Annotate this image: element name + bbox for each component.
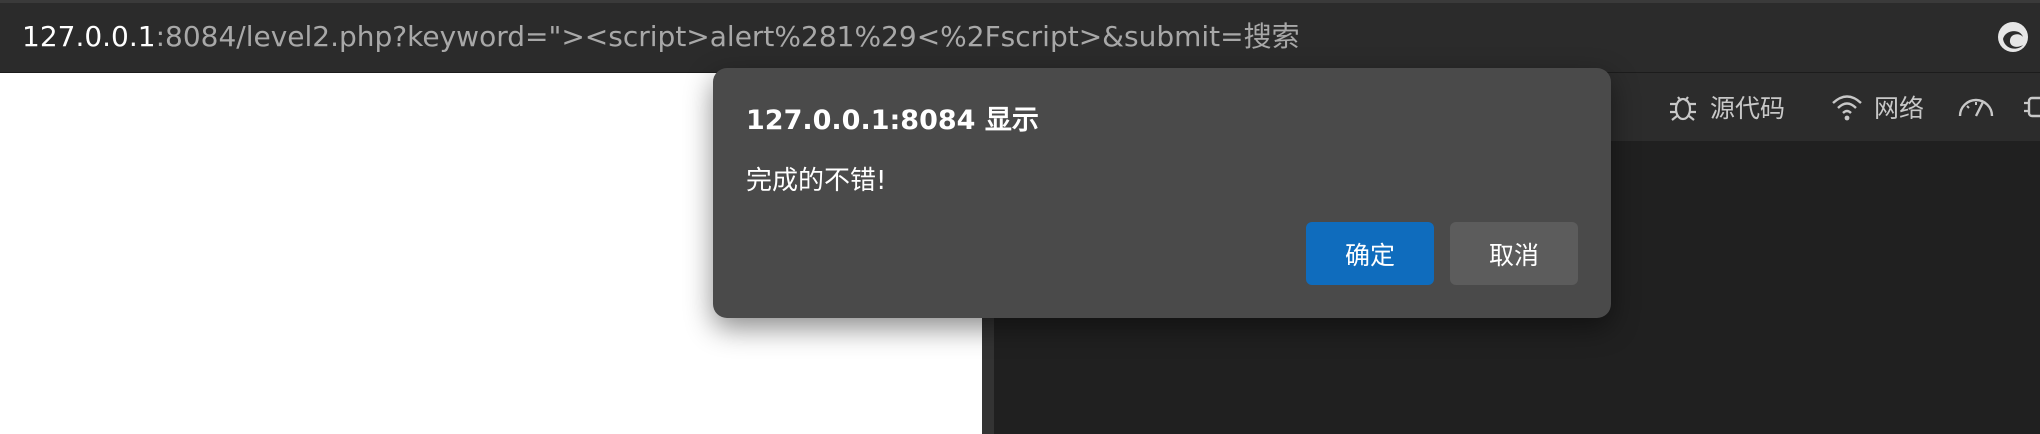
tab-sources[interactable]: 源代码 [1666, 87, 1785, 127]
tab-memory[interactable] [2024, 87, 2040, 127]
cancel-button[interactable]: 取消 [1450, 222, 1578, 285]
url-text[interactable]: 127.0.0.1:8084/level2.php?keyword="><scr… [22, 17, 1300, 57]
tab-performance[interactable] [1956, 87, 2006, 127]
alert-dialog: 127.0.0.1:8084 显示 完成的不错! 确定 取消 [713, 68, 1611, 318]
dialog-message: 完成的不错! [746, 166, 887, 196]
memory-icon [2024, 96, 2040, 118]
ok-button[interactable]: 确定 [1306, 222, 1434, 285]
wifi-icon [1832, 95, 1862, 121]
edge-browser-icon[interactable] [1996, 20, 2030, 54]
url-path: :8084/level2.php?keyword="><script>alert… [155, 20, 1300, 53]
performance-gauge-icon [1958, 98, 1994, 117]
url-host: 127.0.0.1 [22, 20, 156, 53]
dialog-title: 127.0.0.1:8084 显示 [746, 105, 1039, 136]
tab-network-label: 网络 [1874, 94, 1925, 123]
bug-icon [1670, 96, 1696, 121]
tab-sources-label: 源代码 [1710, 94, 1786, 123]
address-bar[interactable]: 127.0.0.1:8084/level2.php?keyword="><scr… [0, 0, 2040, 73]
tab-network[interactable]: 网络 [1830, 87, 1924, 127]
